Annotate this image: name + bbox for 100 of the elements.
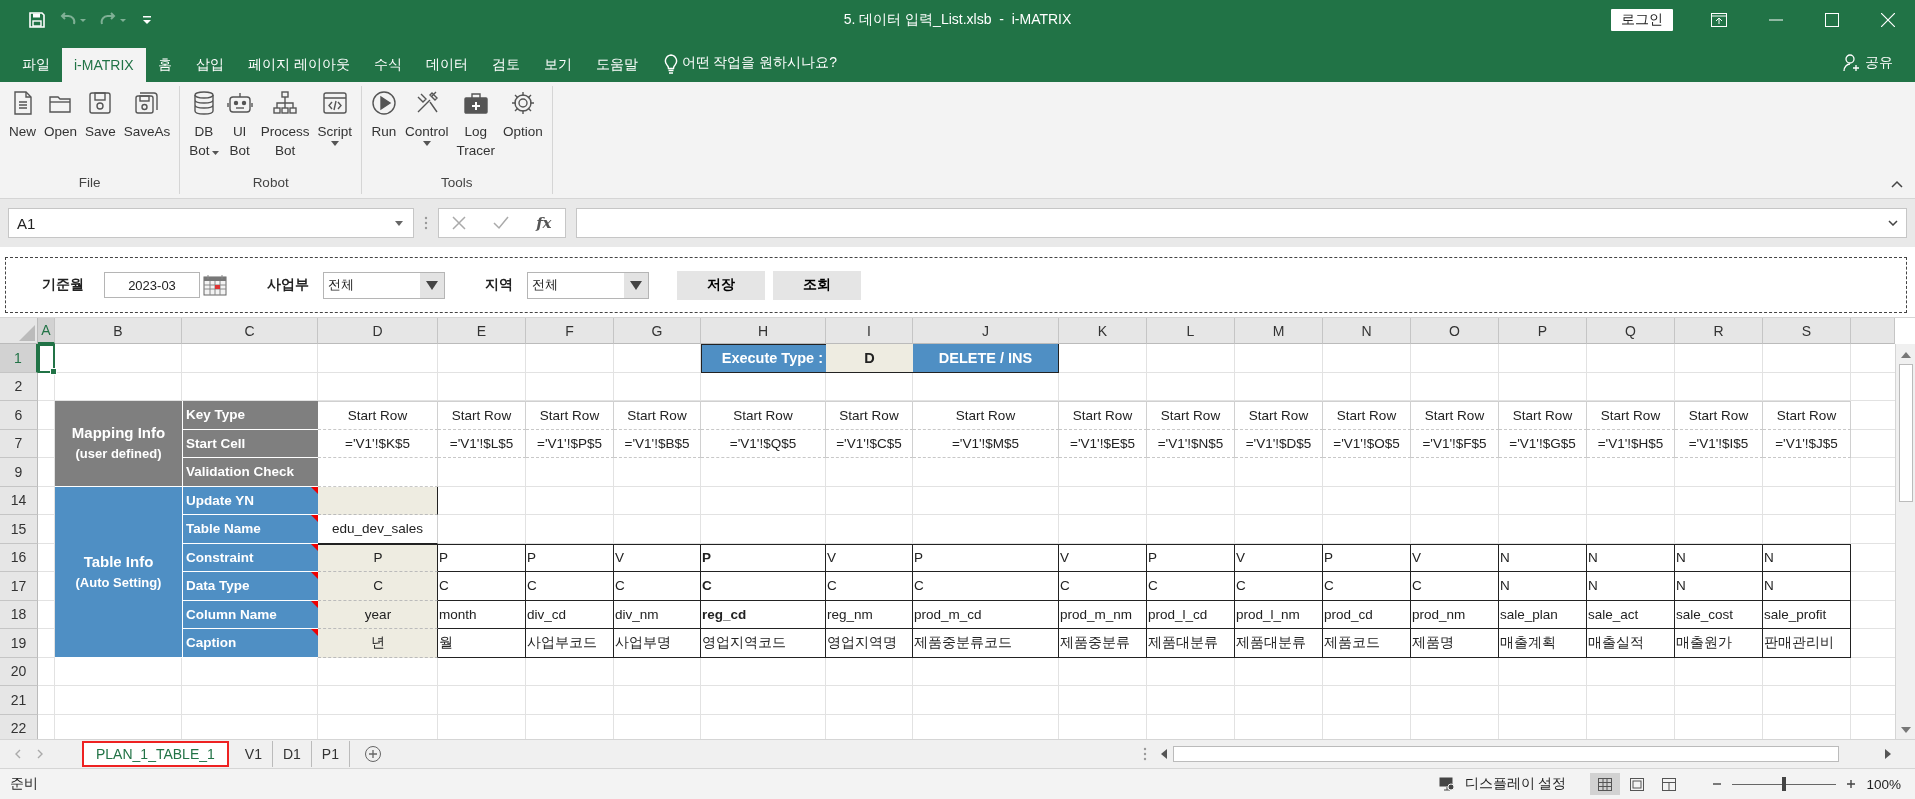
column-header[interactable]: E <box>438 318 526 344</box>
display-settings-icon[interactable] <box>1438 777 1455 791</box>
row-header[interactable]: 17 <box>0 572 38 601</box>
scroll-up-icon[interactable] <box>1900 352 1911 358</box>
dropdown-field[interactable]: 전체 <box>527 271 649 299</box>
table-cell: Start Row <box>438 401 526 430</box>
form-button[interactable]: 저장 <box>677 270 765 300</box>
ribbon-display-icon[interactable] <box>1711 13 1727 27</box>
menu-tab[interactable]: 삽입 <box>183 48 236 82</box>
sheet-tab[interactable]: PLAN_1_TABLE_1 <box>82 741 229 767</box>
row-header[interactable]: 21 <box>0 686 38 715</box>
menu-tab[interactable]: 파일 <box>10 48 62 82</box>
row-header[interactable]: 19 <box>0 629 38 658</box>
ribbon-button[interactable]: Log Tracer <box>453 86 498 164</box>
horizontal-scrollbar[interactable] <box>1161 745 1891 763</box>
collapse-ribbon-icon[interactable] <box>1891 180 1903 188</box>
calendar-icon[interactable] <box>203 274 227 296</box>
ribbon-button[interactable]: Control <box>401 86 452 150</box>
row-header[interactable]: 20 <box>0 657 38 686</box>
scrollbar-thumb[interactable] <box>1173 746 1839 762</box>
formula-input[interactable] <box>576 208 1907 238</box>
share-button[interactable]: 공유 <box>1865 54 1893 72</box>
scroll-left-icon[interactable] <box>1161 749 1167 759</box>
menu-tab[interactable]: 보기 <box>531 48 584 82</box>
ribbon-button[interactable]: Script <box>314 86 355 150</box>
ribbon-button[interactable]: SaveAs <box>120 86 174 145</box>
scroll-right-icon[interactable] <box>1885 749 1891 759</box>
column-header[interactable]: F <box>526 318 614 344</box>
form-button[interactable]: 조회 <box>773 270 861 300</box>
ribbon-button[interactable]: Open <box>41 86 81 145</box>
row-header[interactable]: 2 <box>0 372 38 401</box>
row-header[interactable]: 15 <box>0 515 38 544</box>
column-header[interactable]: P <box>1499 318 1587 344</box>
row-header[interactable]: 9 <box>0 458 38 487</box>
customize-caret-icon[interactable] <box>142 15 152 25</box>
tell-me-search[interactable]: 어떤 작업을 원하시나요? <box>681 54 838 72</box>
row-header[interactable]: 1 <box>0 344 38 373</box>
vertical-scrollbar[interactable] <box>1895 344 1915 739</box>
column-header[interactable]: D <box>318 318 438 344</box>
view-button[interactable] <box>1590 773 1621 795</box>
menu-tab[interactable]: 검토 <box>479 48 532 82</box>
sheet-tab[interactable]: P1 <box>311 741 350 767</box>
ribbon-button[interactable]: Save <box>82 86 119 145</box>
sheet-tab[interactable]: D1 <box>272 741 312 767</box>
ribbon-button[interactable]: Option <box>499 86 546 145</box>
caret-icon[interactable] <box>630 280 642 290</box>
column-header[interactable]: N <box>1323 318 1411 344</box>
zoom-in-icon[interactable] <box>1846 779 1857 789</box>
column-header[interactable]: C <box>182 318 318 344</box>
login-button[interactable]: 로그인 <box>1611 9 1673 31</box>
column-header[interactable]: M <box>1235 318 1323 344</box>
column-header[interactable]: G <box>614 318 701 344</box>
add-sheet-icon[interactable] <box>364 745 382 763</box>
insert-function-button[interactable]: fx <box>536 214 552 232</box>
column-header[interactable]: K <box>1059 318 1147 344</box>
row-header[interactable]: 16 <box>0 543 38 572</box>
column-header[interactable]: R <box>1675 318 1763 344</box>
scroll-down-icon[interactable] <box>1900 727 1911 733</box>
caret-icon[interactable] <box>426 280 438 290</box>
row-header[interactable]: 6 <box>0 401 38 430</box>
menu-tab[interactable]: 데이터 <box>413 48 480 82</box>
ribbon-button[interactable]: DB Bot <box>186 86 222 164</box>
column-header[interactable]: B <box>55 318 182 344</box>
display-settings-button[interactable]: 디스플레이 설정 <box>1464 775 1567 793</box>
menu-tab[interactable]: i-MATRIX <box>62 48 146 82</box>
name-box[interactable]: A1 <box>8 208 414 238</box>
ribbon-button[interactable]: Run <box>367 86 400 145</box>
menu-tab[interactable]: 도움말 <box>583 48 650 82</box>
dropdown-field[interactable]: 전체 <box>323 271 445 299</box>
column-header[interactable]: J <box>913 318 1059 344</box>
zoom-level[interactable]: 100% <box>1866 776 1901 792</box>
menu-tab[interactable]: 홈 <box>145 48 184 82</box>
close-icon[interactable] <box>1881 13 1895 27</box>
scrollbar-thumb[interactable] <box>1898 364 1913 502</box>
column-header[interactable]: L <box>1147 318 1235 344</box>
ribbon-button[interactable]: Process Bot <box>257 86 313 164</box>
column-header[interactable]: Q <box>1587 318 1675 344</box>
ribbon-button[interactable]: UI Bot <box>223 86 256 164</box>
row-header[interactable]: 18 <box>0 600 38 629</box>
save-icon[interactable] <box>28 11 46 29</box>
table-cell: D <box>826 344 913 373</box>
row-header[interactable]: 14 <box>0 486 38 515</box>
date-field[interactable]: 2023-03 <box>104 272 200 298</box>
column-header[interactable]: S <box>1763 318 1851 344</box>
column-header[interactable]: H <box>701 318 826 344</box>
check-icon[interactable] <box>493 216 510 230</box>
column-header[interactable]: A <box>38 318 55 344</box>
row-label-cell: Validation Check <box>182 458 318 487</box>
maximize-icon[interactable] <box>1825 13 1839 27</box>
row-header[interactable]: 22 <box>0 714 38 739</box>
column-header[interactable]: O <box>1411 318 1499 344</box>
menu-tab[interactable]: 수식 <box>361 48 414 82</box>
menu-tab[interactable]: 페이지 레이아웃 <box>235 48 362 82</box>
caret-icon[interactable] <box>395 220 403 226</box>
ribbon-button[interactable]: New <box>6 86 39 145</box>
active-cell[interactable] <box>38 344 55 373</box>
row-header[interactable]: 7 <box>0 429 38 458</box>
column-header[interactable]: I <box>826 318 913 344</box>
expand-caret-icon[interactable] <box>1888 220 1898 226</box>
sheet-tab[interactable]: V1 <box>234 741 273 767</box>
